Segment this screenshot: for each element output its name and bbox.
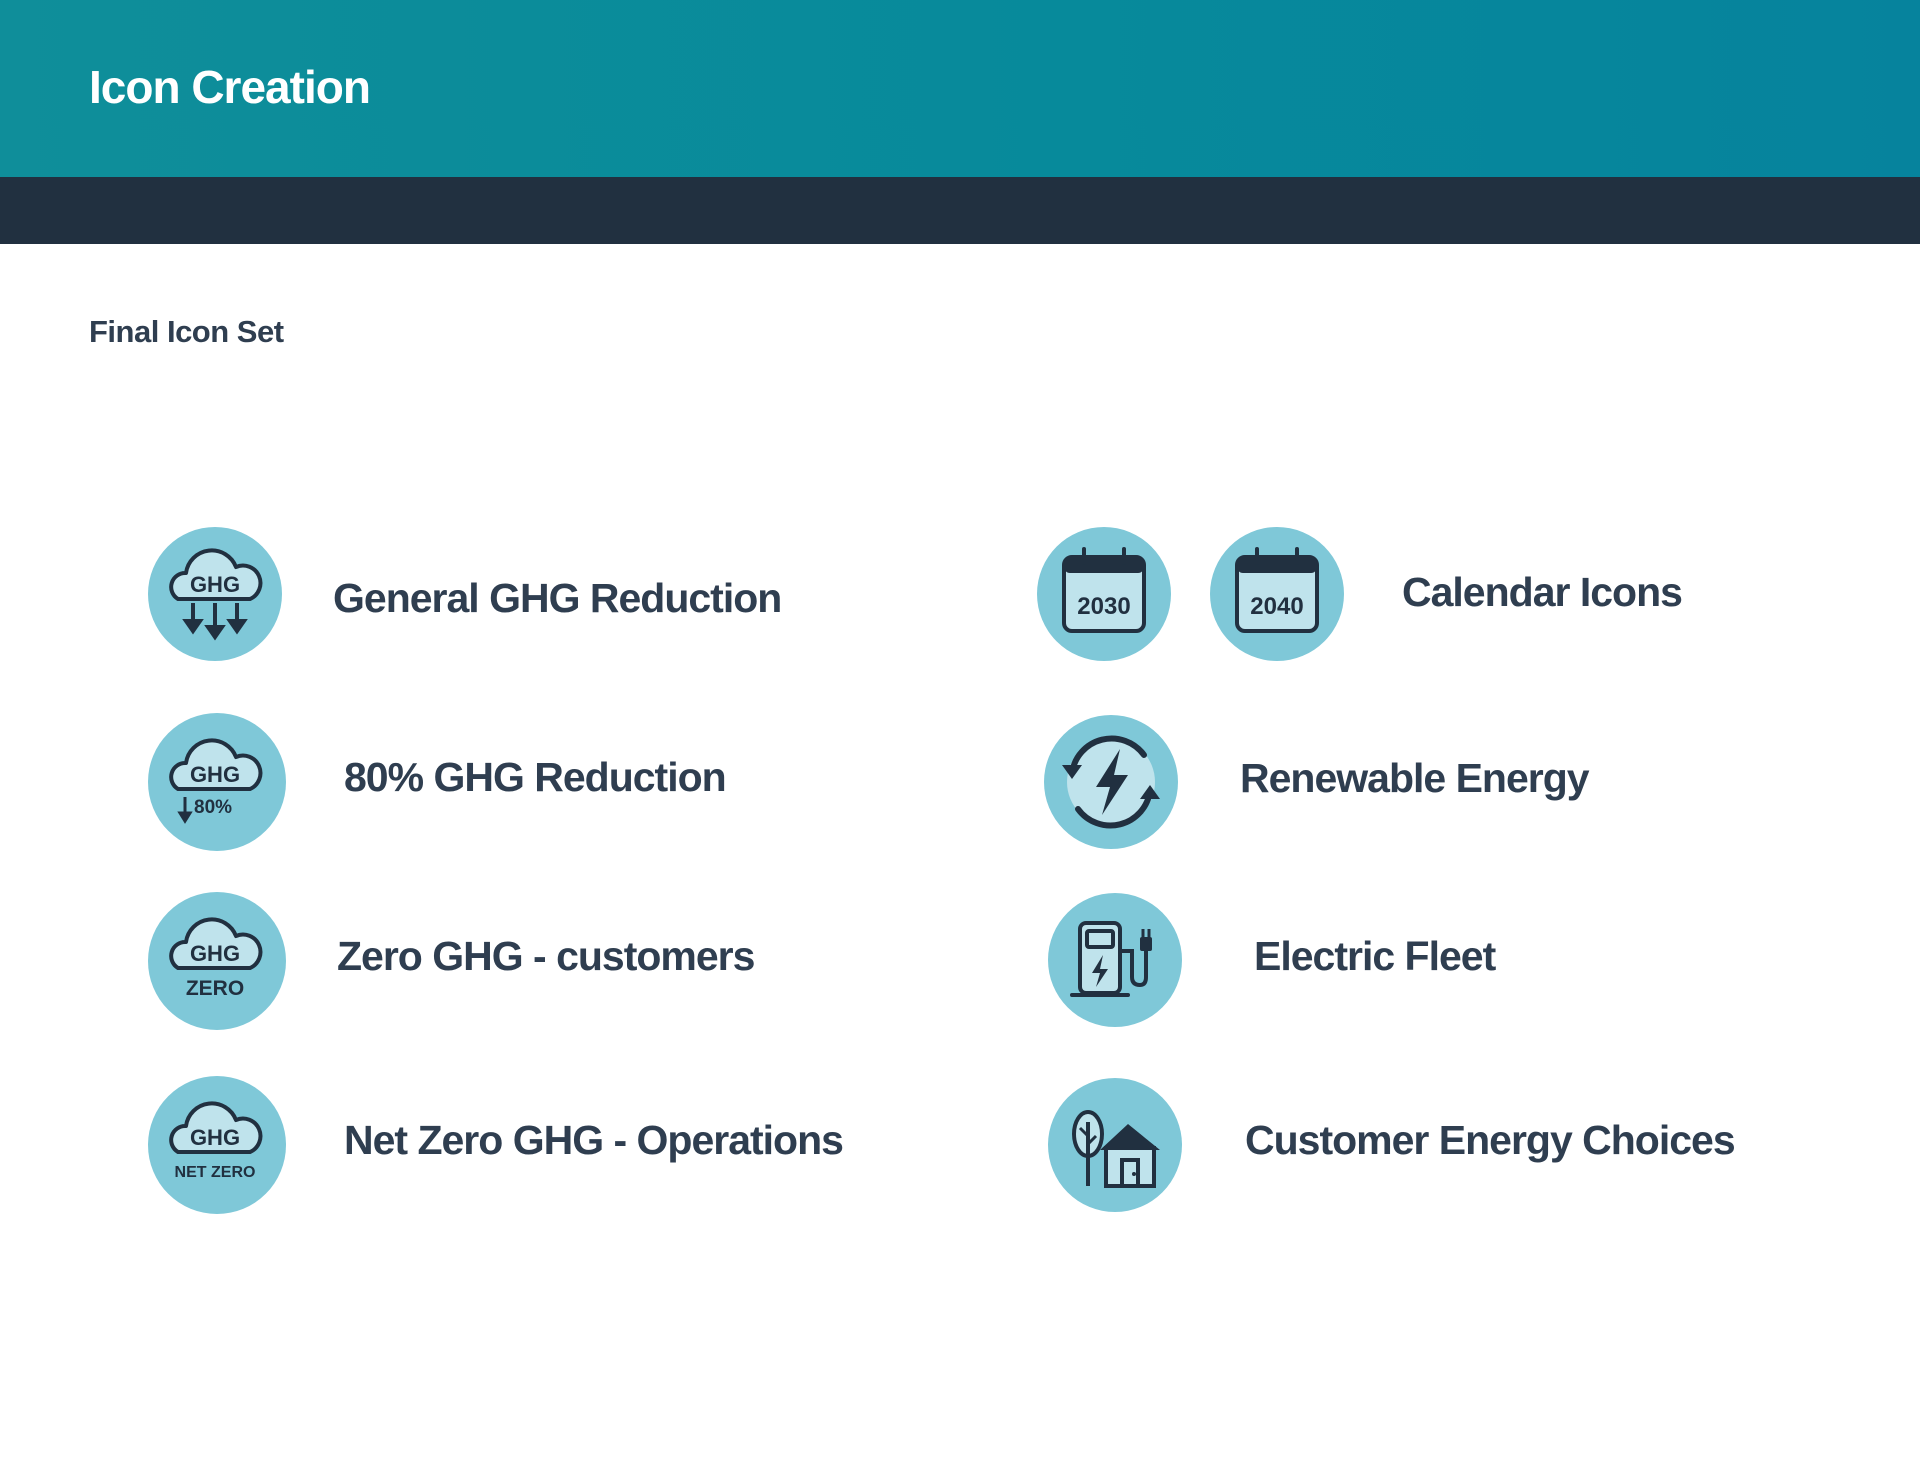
renewable-energy-icon [1044,715,1178,849]
calendar-2040-icon: 2040 [1210,527,1344,661]
label-zero-ghg-customers: Zero GHG - customers [337,933,755,979]
ev-charger-icon [1048,893,1182,1027]
ghg-text: GHG [190,572,240,597]
section-title: Final Icon Set [89,314,284,349]
page-title: Icon Creation [89,61,371,113]
label-electric-fleet: Electric Fleet [1254,933,1496,979]
cloud-ghg-zero-icon: GHG ZERO [148,892,286,1030]
ghg-text: GHG [190,1125,240,1150]
cloud-ghg-80-icon: GHG 80% [148,713,286,851]
label-calendar-icons: Calendar Icons [1402,569,1683,615]
zero-text: ZERO [186,977,244,1000]
net-zero-text: NET ZERO [175,1164,256,1181]
house-tree-icon [1048,1078,1182,1212]
percent-text: 80% [194,797,232,818]
ghg-text: GHG [190,941,240,966]
header-divider-band [0,177,1920,244]
label-general-ghg-reduction: General GHG Reduction [333,575,782,621]
label-80-ghg-reduction: 80% GHG Reduction [344,754,727,800]
label-renewable-energy: Renewable Energy [1240,755,1590,801]
year-text: 2040 [1250,593,1303,620]
calendar-2030-icon: 2030 [1037,527,1171,661]
cloud-ghg-net-zero-icon: GHG NET ZERO [148,1076,286,1214]
year-text: 2030 [1077,593,1130,620]
cloud-ghg-arrows-icon: GHG [148,527,282,661]
label-net-zero-ghg-operations: Net Zero GHG - Operations [344,1117,844,1163]
ghg-text: GHG [190,762,240,787]
label-customer-energy-choices: Customer Energy Choices [1245,1117,1736,1163]
